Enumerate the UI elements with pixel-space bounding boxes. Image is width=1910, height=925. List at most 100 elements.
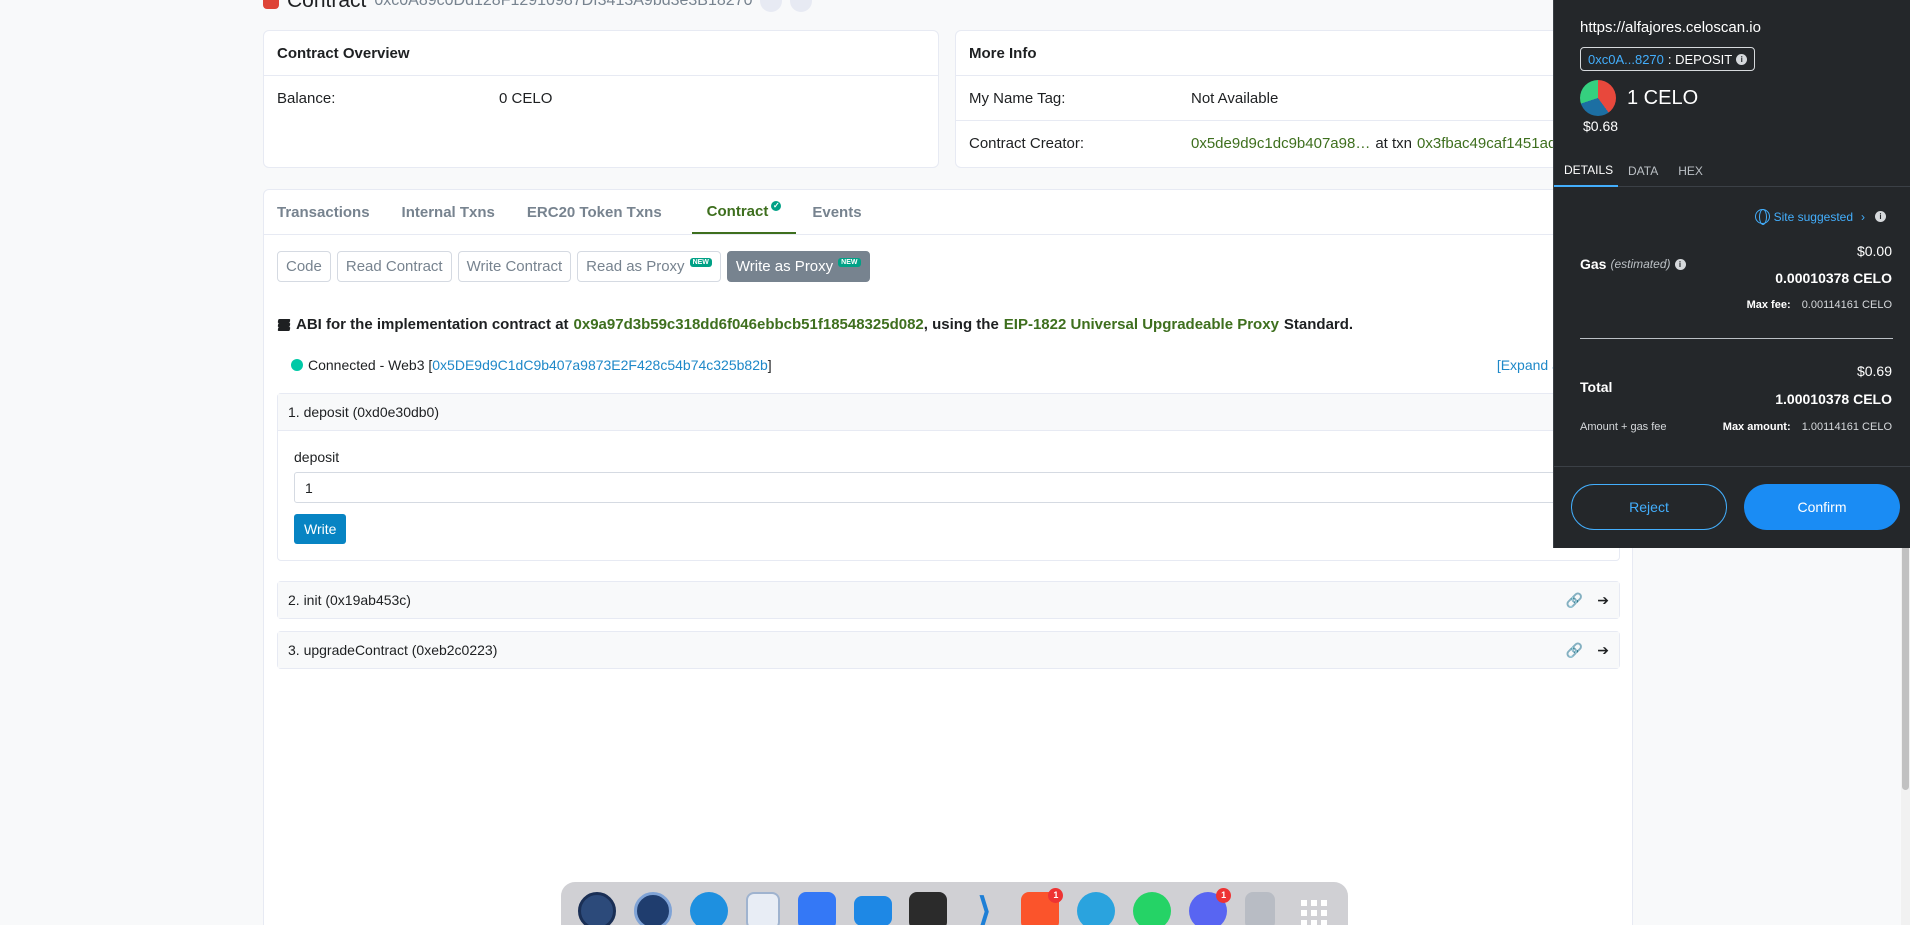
connection-status: Connected - Web3 [0x5DE9d9C1dC9b407a9873… xyxy=(291,357,772,373)
arrow-right-icon[interactable]: ➔ xyxy=(1597,592,1609,609)
link-icon[interactable]: 🔗 xyxy=(1566,592,1583,609)
balance-value: 0 CELO xyxy=(499,90,553,107)
metamask-tabs: DETAILS DATA HEX xyxy=(1554,154,1910,187)
total-celo: 1.00010378 CELO xyxy=(1775,391,1892,407)
whatsapp-icon[interactable] xyxy=(1133,892,1172,925)
tag-address[interactable]: 0xc0A...8270 xyxy=(1588,52,1664,67)
balance-label: Balance: xyxy=(277,90,336,107)
terminal-icon[interactable] xyxy=(909,892,948,925)
write-contract-button[interactable]: Write Contract xyxy=(457,251,572,282)
creator-txn-link[interactable]: 0x3fbac49caf1451ad604 xyxy=(1417,135,1574,152)
tab-contract[interactable]: Contract ✓ xyxy=(691,190,797,234)
site-suggested-link[interactable]: Site suggested › i xyxy=(1754,209,1886,225)
tag-method: : DEPOSIT xyxy=(1667,51,1733,67)
gas-label-group: Gas (estimated) i xyxy=(1580,256,1686,272)
chevron-right-icon: › xyxy=(1861,209,1865,224)
tab-internal-txns[interactable]: Internal Txns xyxy=(402,190,511,234)
creator-label: Contract Creator: xyxy=(969,135,1085,152)
reject-button[interactable]: Reject xyxy=(1571,484,1727,530)
discord-icon[interactable]: 1 xyxy=(1189,888,1232,925)
more-info-header: More Info xyxy=(956,31,1574,76)
total-usd: $0.69 xyxy=(1856,363,1892,379)
tab-hex[interactable]: HEX xyxy=(1668,154,1713,187)
system-monitor-icon[interactable] xyxy=(633,892,672,925)
tab-details[interactable]: DETAILS xyxy=(1554,154,1618,187)
deposit-input[interactable]: 1 xyxy=(294,472,1603,503)
max-fee-label: Max fee: xyxy=(1746,299,1791,311)
divider xyxy=(1580,338,1893,339)
read-as-proxy-button[interactable]: Read as Proxy NEW xyxy=(577,251,721,282)
function-deposit-header[interactable]: 1. deposit (0xd0e30db0) xyxy=(278,394,1619,430)
write-button[interactable]: Write xyxy=(294,514,347,544)
implementation-address-link[interactable]: 0x9a97d3b59c318dd6f046ebbcb51f18548325d0… xyxy=(574,316,924,333)
link-icon[interactable]: 🔗 xyxy=(1566,642,1583,659)
page-title: Contract xyxy=(287,0,367,12)
at-txn-label: at txn xyxy=(1375,135,1413,152)
connected-dot-icon xyxy=(291,359,303,371)
info-icon[interactable]: i xyxy=(1736,53,1748,65)
function-title: 3. upgradeContract (0xeb2c0223) xyxy=(288,642,498,658)
files-folder-icon[interactable] xyxy=(853,896,892,925)
info-icon[interactable]: i xyxy=(1875,211,1886,222)
verified-check-icon: ✓ xyxy=(771,201,782,211)
read-contract-button[interactable]: Read Contract xyxy=(336,251,452,282)
function-deposit-body: deposit 1 Write xyxy=(278,430,1619,560)
deposit-param-label: deposit xyxy=(294,449,340,465)
gas-celo: 0.00010378 CELO xyxy=(1775,270,1892,286)
contract-icon xyxy=(263,0,279,9)
eip-1822-link[interactable]: EIP-1822 Universal Upgradeable Proxy xyxy=(1004,316,1279,333)
tab-contract-label: Contract xyxy=(706,202,769,220)
metamask-site-url: https://alfajores.celoscan.io xyxy=(1580,19,1761,36)
abi-prefix: ABI for the implementation contract at xyxy=(296,316,569,333)
text-editor-icon[interactable] xyxy=(745,892,780,925)
qr-code-icon[interactable] xyxy=(790,0,813,12)
connection-close-bracket: ] xyxy=(767,357,772,373)
notification-badge: 1 xyxy=(1216,888,1232,903)
amount-gas-fee-label: Amount + gas fee xyxy=(1580,421,1667,433)
contract-overview-card: Contract Overview Balance: 0 CELO xyxy=(263,30,939,168)
function-upgrade-contract: 3. upgradeContract (0xeb2c0223) 🔗 ➔ xyxy=(277,631,1620,669)
confirm-button[interactable]: Confirm xyxy=(1744,484,1900,530)
gas-usd: $0.00 xyxy=(1856,243,1892,259)
arrow-right-icon[interactable]: ➔ xyxy=(1597,642,1609,659)
write-as-proxy-button[interactable]: Write as Proxy NEW xyxy=(726,251,870,282)
name-tag-value: Not Available xyxy=(1191,89,1279,107)
more-info-card: More Info My Name Tag: Not Available Con… xyxy=(955,30,1575,168)
new-badge: NEW xyxy=(689,258,712,267)
tab-events[interactable]: Events xyxy=(812,190,877,234)
tab-transactions[interactable]: Transactions xyxy=(277,190,386,234)
metamask-popup: https://alfajores.celoscan.io 0xc0A...82… xyxy=(1553,0,1910,548)
vscode-icon[interactable]: ⟩ xyxy=(965,892,1003,925)
tab-erc20-token-txns[interactable]: ERC20 Token Txns xyxy=(527,190,678,234)
total-label: Total xyxy=(1580,379,1613,395)
max-fee-row: Max fee: 0.00114161 CELO xyxy=(1747,299,1892,311)
read-as-proxy-label: Read as Proxy xyxy=(586,258,685,275)
copy-icon[interactable] xyxy=(760,0,783,12)
code-button[interactable]: Code xyxy=(277,251,331,282)
abi-notice: ABI for the implementation contract at 0… xyxy=(277,316,1353,333)
function-upgrade-contract-header[interactable]: 3. upgradeContract (0xeb2c0223) 🔗 ➔ xyxy=(278,632,1619,668)
function-init-header[interactable]: 2. init (0x19ab453c) 🔗 ➔ xyxy=(278,582,1619,618)
tasks-check-icon[interactable] xyxy=(797,892,836,925)
brave-browser-icon[interactable]: 1 xyxy=(1021,888,1064,925)
connected-address-link[interactable]: 0x5DE9d9C1dC9b407a9873E2F428c54b74c325b8… xyxy=(432,357,768,373)
transaction-amount-usd: $0.68 xyxy=(1583,118,1619,134)
celo-token-icon xyxy=(1580,80,1616,116)
balance-row: Balance: 0 CELO xyxy=(264,76,938,121)
function-title: 1. deposit (0xd0e30db0) xyxy=(288,404,439,420)
creator-address-link[interactable]: 0x5de9d9c1dc9b407a98… xyxy=(1191,135,1370,152)
app-grid-icon[interactable] xyxy=(1293,892,1331,925)
telegram-icon[interactable] xyxy=(1077,892,1116,925)
download-manager-icon[interactable] xyxy=(689,892,728,925)
function-init: 2. init (0x19ab453c) 🔗 ➔ xyxy=(277,581,1620,619)
function-title: 2. init (0x19ab453c) xyxy=(288,592,411,608)
write-as-proxy-label: Write as Proxy xyxy=(735,258,834,275)
contract-method-tag: 0xc0A...8270 : DEPOSIT i xyxy=(1580,47,1756,71)
contract-main-card: Transactions Internal Txns ERC20 Token T… xyxy=(263,189,1633,925)
settings-gear-icon[interactable] xyxy=(577,892,616,925)
taskbar-dock: ⟩ 1 1 xyxy=(561,882,1348,925)
info-icon[interactable]: i xyxy=(1674,258,1686,270)
tab-data[interactable]: DATA xyxy=(1618,154,1668,187)
max-fee-value: 0.00114161 CELO xyxy=(1801,299,1892,311)
trash-icon[interactable] xyxy=(1245,892,1276,925)
